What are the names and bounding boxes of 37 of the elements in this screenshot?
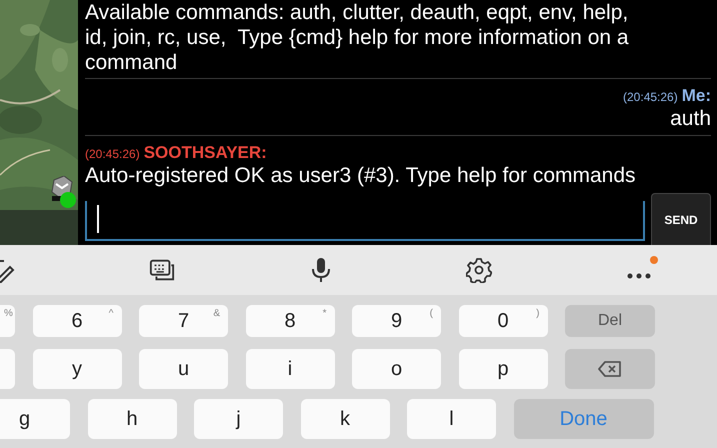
key[interactable]: g (0, 399, 70, 439)
message-line: Available commands: auth, clutter, deauth, eqpt, env, help, (85, 0, 628, 25)
delete-key[interactable]: Del (565, 305, 655, 337)
key[interactable]: 7 & (139, 305, 228, 337)
message-sender: SOOTHSAYER: (144, 143, 267, 163)
message-sender: Me: (682, 86, 711, 106)
key[interactable]: o (352, 349, 441, 389)
keyboard-icon[interactable] (148, 257, 175, 283)
key[interactable]: h (88, 399, 176, 439)
key[interactable]: 0 ) (458, 305, 548, 337)
key-hint: ^ (108, 308, 114, 319)
message-text: auth (670, 106, 711, 131)
message-line: command (85, 50, 178, 75)
key-hint: ( (430, 308, 433, 319)
message-input-field[interactable] (85, 201, 645, 241)
key[interactable]: 9 ( (352, 305, 441, 337)
key[interactable]: i (246, 349, 334, 389)
settings-icon[interactable] (466, 257, 492, 283)
key[interactable]: k (300, 399, 390, 439)
backspace-icon (597, 360, 623, 378)
message-time: (20:45:26) (85, 147, 140, 161)
key-hint: % (4, 308, 13, 319)
message-text: Auto-registered OK as user3 (#3). Type help for commands (85, 163, 637, 188)
key[interactable]: 8 * (246, 305, 334, 337)
key[interactable]: y (32, 349, 122, 389)
message-time: (20:45:26) (623, 90, 678, 104)
key[interactable]: u (139, 349, 228, 389)
key-hint: & (213, 308, 220, 319)
key[interactable]: l (407, 399, 496, 439)
backspace-key[interactable] (565, 349, 655, 389)
message-line: id, join, rc, use, Type {cmd} help for more information on a (85, 25, 629, 50)
key-hint: ) (536, 308, 540, 319)
send-button[interactable]: SEND (651, 193, 711, 245)
key[interactable]: p (458, 349, 548, 389)
key-hint: * (322, 308, 326, 319)
key[interactable]: j (194, 399, 283, 439)
key[interactable]: 6 ^ (32, 305, 122, 337)
